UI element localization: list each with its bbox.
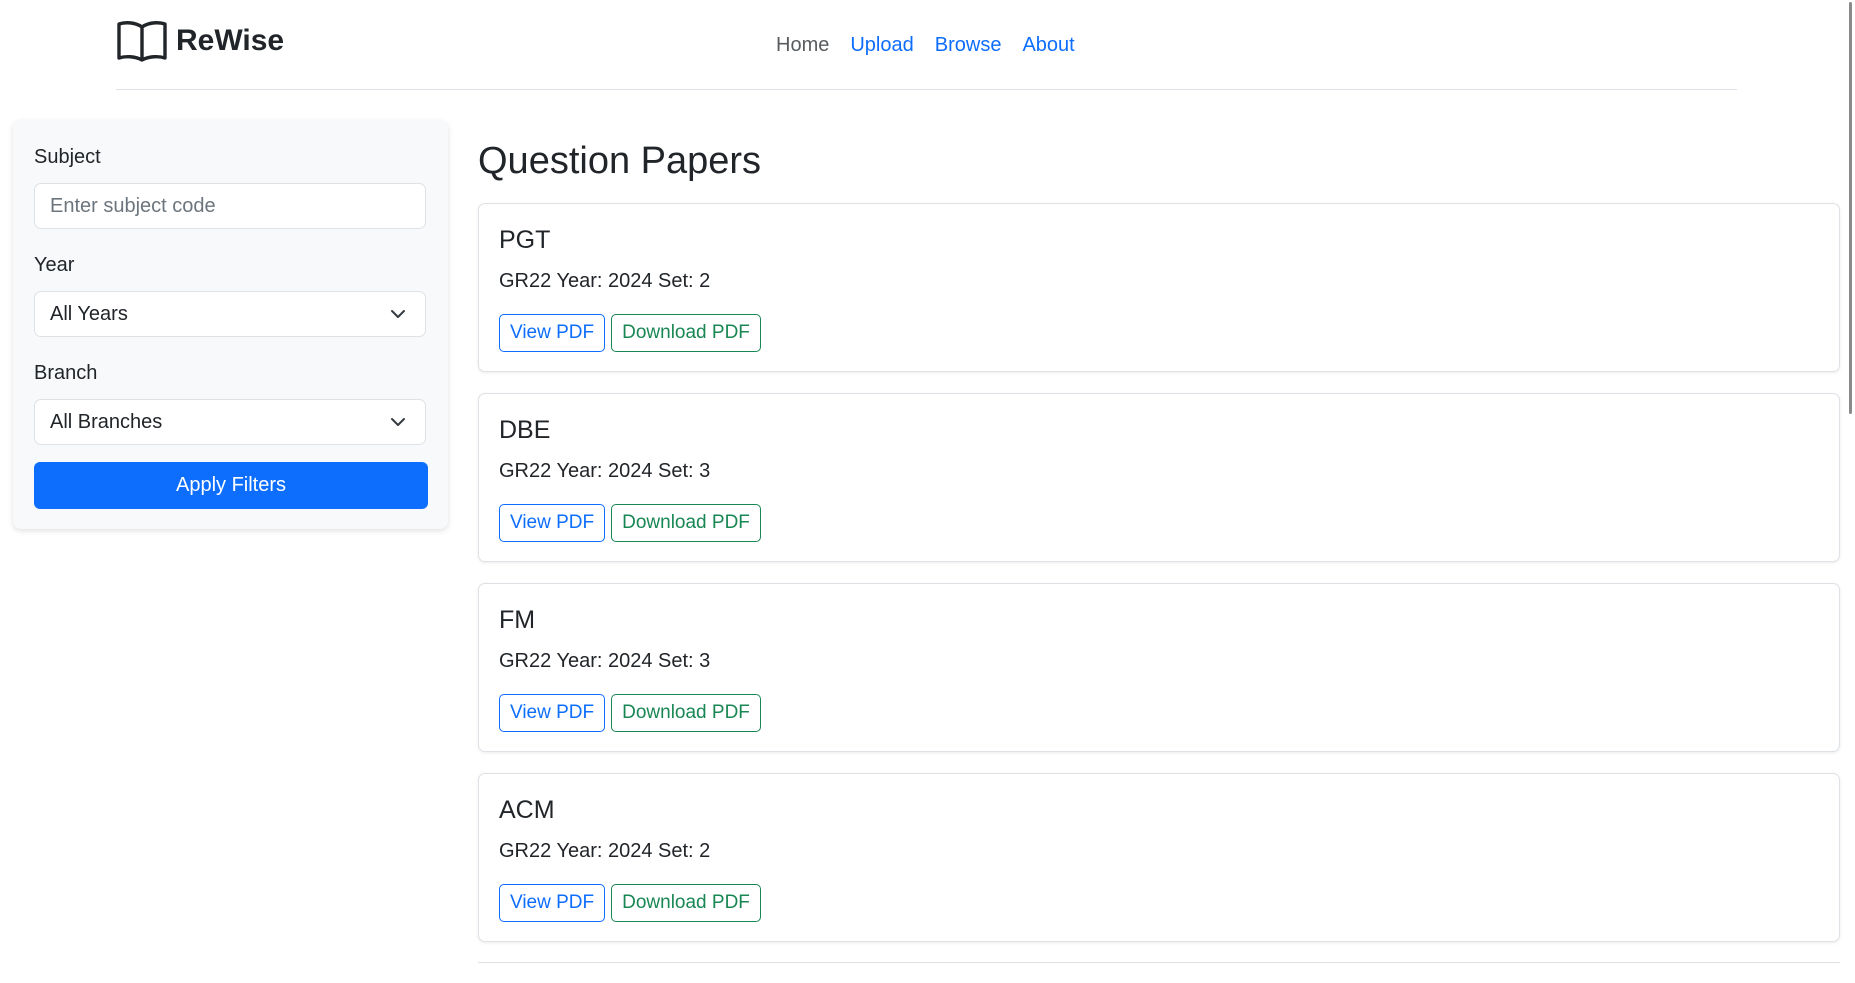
paper-card: FM GR22 Year: 2024 Set: 3 View PDF Downl… — [478, 583, 1840, 752]
paper-actions: View PDF Download PDF — [499, 694, 761, 732]
paper-meta: GR22 Year: 2024 Set: 3 — [499, 460, 711, 482]
top-navbar: ReWise Home Upload Browse About — [116, 0, 1737, 90]
paper-card: ACM GR22 Year: 2024 Set: 2 View PDF Down… — [478, 773, 1840, 942]
subject-input[interactable] — [34, 183, 426, 229]
filter-sidebar: Subject Year All Years Branch All Branch… — [13, 120, 448, 529]
year-select[interactable]: All Years — [34, 291, 426, 337]
page-title: Question Papers — [478, 140, 762, 182]
paper-subject: PGT — [499, 226, 551, 254]
apply-filters-button[interactable]: Apply Filters — [34, 462, 428, 509]
paper-meta: GR22 Year: 2024 Set: 3 — [499, 650, 711, 672]
next-paper-card-edge — [478, 962, 1840, 983]
branch-select-value: All Branches — [50, 410, 163, 433]
paper-subject: FM — [499, 606, 536, 634]
nav-upload-link[interactable]: Upload — [850, 34, 913, 57]
paper-card: DBE GR22 Year: 2024 Set: 3 View PDF Down… — [478, 393, 1840, 562]
branch-select[interactable]: All Branches — [34, 399, 426, 445]
year-select-value: All Years — [50, 302, 128, 325]
paper-actions: View PDF Download PDF — [499, 314, 761, 352]
download-pdf-button[interactable]: Download PDF — [611, 504, 761, 542]
subject-label: Subject — [34, 146, 101, 168]
main-nav: Home Upload Browse About — [776, 34, 1096, 57]
scrollbar-thumb[interactable] — [1849, 2, 1852, 414]
paper-actions: View PDF Download PDF — [499, 884, 761, 922]
page-scrollbar[interactable] — [1845, 0, 1855, 964]
year-label: Year — [34, 254, 75, 276]
download-pdf-button[interactable]: Download PDF — [611, 694, 761, 732]
paper-meta: GR22 Year: 2024 Set: 2 — [499, 840, 711, 862]
nav-home-link[interactable]: Home — [776, 34, 829, 57]
paper-subject: DBE — [499, 416, 551, 444]
view-pdf-button[interactable]: View PDF — [499, 314, 606, 352]
branch-label: Branch — [34, 362, 98, 384]
view-pdf-button[interactable]: View PDF — [499, 504, 606, 542]
paper-subject: ACM — [499, 796, 555, 824]
brand-name: ReWise — [176, 24, 285, 57]
paper-meta: GR22 Year: 2024 Set: 2 — [499, 270, 711, 292]
paper-actions: View PDF Download PDF — [499, 504, 761, 542]
download-pdf-button[interactable]: Download PDF — [611, 314, 761, 352]
nav-about-link[interactable]: About — [1022, 34, 1074, 57]
paper-card: PGT GR22 Year: 2024 Set: 2 View PDF Down… — [478, 203, 1840, 372]
brand[interactable]: ReWise — [116, 18, 284, 64]
nav-browse-link[interactable]: Browse — [935, 34, 1002, 57]
download-pdf-button[interactable]: Download PDF — [611, 884, 761, 922]
view-pdf-button[interactable]: View PDF — [499, 694, 606, 732]
view-pdf-button[interactable]: View PDF — [499, 884, 606, 922]
chevron-down-icon — [391, 418, 405, 426]
chevron-down-icon — [391, 310, 405, 318]
open-book-icon — [117, 21, 167, 62]
